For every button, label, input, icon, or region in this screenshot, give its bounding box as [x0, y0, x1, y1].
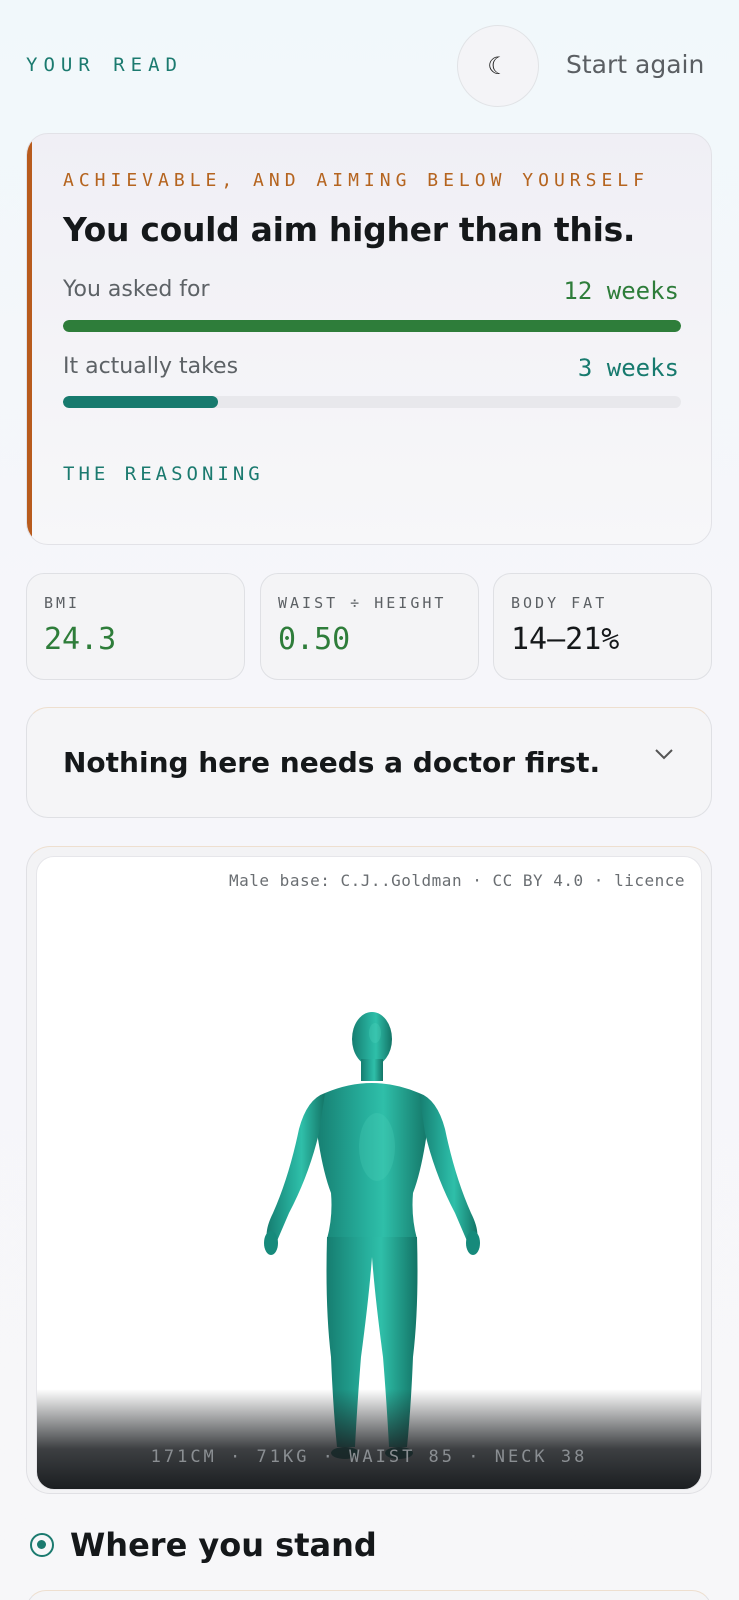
asked-label: You asked for: [63, 277, 210, 302]
doctor-note-expander[interactable]: Nothing here needs a doctor first.: [26, 707, 712, 818]
viewer-shade: [37, 1389, 701, 1489]
model-measurements: 171CM · 71KG · WAIST 85 · NECK 38: [150, 1447, 588, 1467]
verdict-card: ACHIEVABLE, AND AIMING BELOW YOURSELF Yo…: [26, 133, 712, 545]
chevron-down-icon: [653, 742, 675, 767]
stat-body-fat: BODY FAT 14–21%: [493, 573, 712, 680]
stat-label: BMI: [44, 594, 81, 612]
stat-waist-height: WAIST ÷ HEIGHT 0.50: [260, 573, 479, 680]
start-again-button[interactable]: Start again: [566, 50, 704, 79]
next-card: [26, 1590, 712, 1600]
stat-label: BODY FAT: [511, 594, 608, 612]
stat-label: WAIST ÷ HEIGHT: [278, 594, 447, 612]
moon-icon: ☾: [487, 52, 509, 80]
verdict-title: You could aim higher than this.: [63, 210, 636, 249]
takes-bar: [63, 396, 681, 408]
stat-bmi: BMI 24.3: [26, 573, 245, 680]
licence-link[interactable]: licence: [614, 871, 685, 890]
section-title-where-you-stand: Where you stand: [70, 1526, 377, 1564]
model-canvas[interactable]: Male base: C.J..Goldman · CC BY 4.0 · li…: [36, 856, 702, 1490]
asked-bar: [63, 320, 681, 332]
reasoning-toggle[interactable]: THE REASONING: [63, 463, 264, 485]
header: YOUR READ ☾ Start again: [0, 0, 739, 130]
stat-value: 24.3: [44, 622, 117, 657]
target-icon: [30, 1533, 54, 1557]
takes-label: It actually takes: [63, 354, 239, 379]
asked-value: 12 weeks: [563, 277, 679, 305]
stat-value: 14–21%: [511, 622, 620, 657]
verdict-eyebrow: ACHIEVABLE, AND AIMING BELOW YOURSELF: [63, 170, 649, 191]
takes-value: 3 weeks: [577, 354, 679, 382]
model-credit-text: Male base: C.J..Goldman · CC BY 4.0 ·: [229, 871, 615, 890]
stat-value: 0.50: [278, 622, 351, 657]
doctor-note-text: Nothing here needs a doctor first.: [63, 746, 601, 779]
page-eyebrow: YOUR READ: [26, 54, 183, 76]
model-credit: Male base: C.J..Goldman · CC BY 4.0 · li…: [229, 871, 685, 890]
theme-toggle-button[interactable]: ☾: [457, 25, 539, 107]
asked-bar-fill: [63, 320, 681, 332]
takes-bar-fill: [63, 396, 218, 408]
body-model-viewer: Male base: C.J..Goldman · CC BY 4.0 · li…: [26, 846, 712, 1494]
